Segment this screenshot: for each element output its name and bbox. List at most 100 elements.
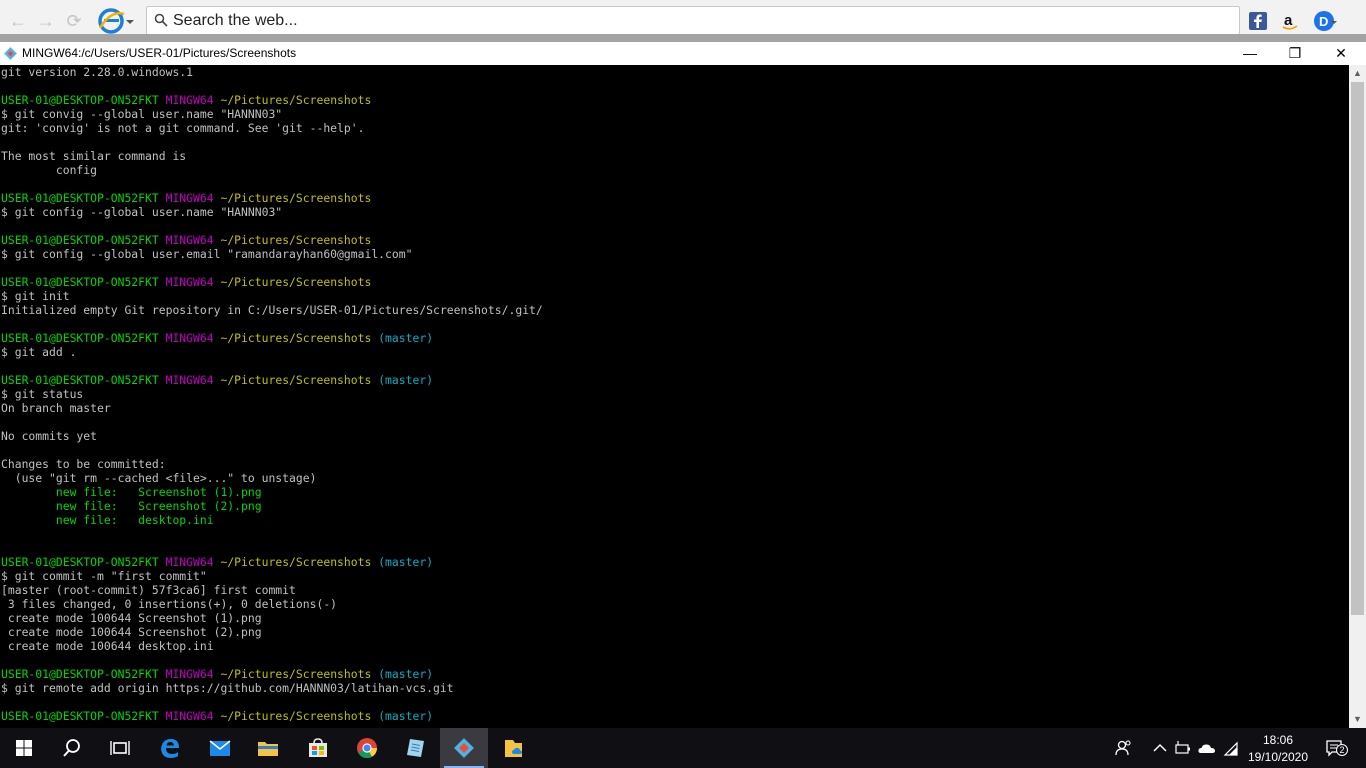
close-button[interactable]: ✕ (1318, 42, 1364, 65)
mail-taskbar-button[interactable] (196, 728, 244, 768)
search-icon (154, 13, 168, 27)
terminal-line: USER-01@DESKTOP-ON52FKT MINGW64 ~/Pictur… (1, 373, 543, 387)
terminal-line: USER-01@DESKTOP-ON52FKT MINGW64 ~/Pictur… (1, 331, 543, 345)
terminal-text-segment: $ git remote add origin https://github.c… (1, 681, 454, 695)
amazon-icon[interactable]: a (1280, 11, 1300, 31)
start-button[interactable] (0, 728, 48, 768)
terminal-text-segment: (use "git rm --cached <file>..." to unst… (1, 471, 317, 485)
terminal-output[interactable]: git version 2.28.0.windows.1 USER-01@DES… (0, 65, 1349, 728)
clock-date[interactable]: 19/10/2020 (1246, 750, 1310, 764)
terminal-text-segment: USER-01@DESKTOP-ON52FKT (1, 331, 166, 345)
chrome-taskbar-button[interactable] (343, 728, 391, 768)
scrollbar[interactable]: ▲ ▼ (1349, 65, 1366, 728)
refresh-button[interactable]: ⟳ (64, 11, 84, 31)
terminal-text-segment: config (1, 163, 98, 177)
terminal-titlebar[interactable]: MINGW64:/c/Users/USER-01/Pictures/Screen… (0, 42, 1366, 65)
terminal-text-segment: MINGW64 (165, 93, 221, 107)
terminal-line: $ git config --global user.email "ramand… (1, 247, 543, 261)
terminal-text-segment: MINGW64 (165, 373, 221, 387)
terminal-text-segment: On branch master (1, 401, 111, 415)
chrome-icon (357, 738, 378, 759)
terminal-line: new file: Screenshot (1).png (1, 485, 543, 499)
terminal-text-segment: Initialized empty Git repository in C:/U… (1, 303, 543, 317)
terminal-line: USER-01@DESKTOP-ON52FKT MINGW64 ~/Pictur… (1, 709, 543, 723)
terminal-line: Changes to be committed: (1, 457, 543, 471)
git-bash-taskbar-button[interactable] (440, 728, 488, 768)
terminal-text-segment: git: 'convig' is not a git command. See … (1, 121, 365, 135)
terminal-text-segment: ~/Pictures/Screenshots (220, 191, 372, 205)
maximize-button[interactable]: ❐ (1272, 42, 1318, 65)
scroll-down-arrow-icon[interactable]: ▼ (1349, 711, 1366, 728)
facebook-icon[interactable] (1248, 11, 1268, 31)
search-input[interactable] (173, 10, 1173, 32)
minimize-button[interactable]: — (1227, 42, 1273, 65)
terminal-text-segment: USER-01@DESKTOP-ON52FKT (1, 275, 166, 289)
terminal-line: Initialized empty Git repository in C:/U… (1, 303, 543, 317)
terminal-text-segment: $ git status (1, 387, 84, 401)
people-icon[interactable] (1114, 738, 1134, 758)
search-box[interactable] (146, 6, 1240, 35)
task-view-button[interactable] (96, 728, 144, 768)
d-extension-icon[interactable]: D (1313, 11, 1337, 31)
battery-icon[interactable] (1173, 738, 1193, 758)
terminal-line: create mode 100644 desktop.ini (1, 639, 543, 653)
terminal-text-segment: create mode 100644 Screenshot (1).png (1, 611, 262, 625)
chevron-up-icon[interactable] (1150, 738, 1170, 758)
store-taskbar-button[interactable] (294, 728, 342, 768)
windows-start-icon (16, 740, 32, 756)
terminal-line: $ git convig --global user.name "HANNN03… (1, 107, 543, 121)
terminal-line: $ git status (1, 387, 543, 401)
onedrive-cloud-icon[interactable] (1197, 738, 1217, 758)
terminal-line: git: 'convig' is not a git command. See … (1, 121, 543, 135)
terminal-text-segment: (master) (378, 667, 434, 681)
forward-button[interactable]: → (36, 11, 56, 31)
onedrive-folder-taskbar-button[interactable] (490, 728, 538, 768)
terminal-text-segment: MINGW64 (165, 709, 221, 723)
notepad-taskbar-button[interactable] (392, 728, 440, 768)
back-button[interactable]: ← (8, 11, 28, 31)
terminal-line: USER-01@DESKTOP-ON52FKT MINGW64 ~/Pictur… (1, 191, 543, 205)
terminal-text-segment: new file: Screenshot (2).png (1, 499, 262, 513)
terminal-text-segment: ~/Pictures/Screenshots (220, 667, 379, 681)
terminal-text-segment: 3 files changed, 0 insertions(+), 0 dele… (1, 597, 338, 611)
notification-center-icon[interactable]: 2 (1324, 738, 1348, 758)
terminal-text-segment: USER-01@DESKTOP-ON52FKT (1, 93, 166, 107)
scroll-thumb[interactable] (1351, 82, 1364, 615)
terminal-text-segment: The most similar command is (1, 149, 187, 163)
taskbar-search-button[interactable] (48, 728, 96, 768)
terminal-text-segment: git version 2.28.0.windows.1 (1, 65, 194, 79)
terminal-text-segment: (master) (378, 331, 434, 345)
mail-icon (209, 740, 231, 756)
terminal-line: $ git commit -m "first commit" (1, 569, 543, 583)
edge-taskbar-button[interactable] (146, 728, 194, 768)
terminal-text-segment: $ git init (1, 289, 70, 303)
file-explorer-icon (258, 742, 278, 756)
terminal-text-segment: USER-01@DESKTOP-ON52FKT (1, 667, 166, 681)
file-explorer-taskbar-button[interactable] (244, 728, 292, 768)
terminal-text-segment: MINGW64 (165, 667, 221, 681)
terminal-line: config (1, 163, 543, 177)
notification-count-badge: 2 (1336, 744, 1348, 756)
ie-logo-icon[interactable] (98, 8, 134, 34)
git-bash-icon (454, 738, 474, 758)
clock-time[interactable]: 18:06 (1250, 733, 1306, 747)
wifi-icon[interactable] (1221, 738, 1241, 758)
terminal-line: git version 2.28.0.windows.1 (1, 65, 543, 79)
terminal-line: The most similar command is (1, 149, 543, 163)
scroll-up-arrow-icon[interactable]: ▲ (1349, 65, 1366, 82)
terminal-line: create mode 100644 Screenshot (1).png (1, 611, 543, 625)
terminal-text-segment: $ git commit -m "first commit" (1, 569, 207, 583)
terminal-line: USER-01@DESKTOP-ON52FKT MINGW64 ~/Pictur… (1, 275, 543, 289)
terminal-line: No commits yet (1, 429, 543, 443)
terminal-text-segment: ~/Pictures/Screenshots (220, 275, 372, 289)
terminal-text-segment: MINGW64 (165, 191, 221, 205)
terminal-text-segment: (master) (378, 555, 434, 569)
browser-toolbar: ← → ⟳ a D (0, 0, 1366, 43)
terminal-text-segment: ~/Pictures/Screenshots (220, 93, 372, 107)
terminal-text-segment: ~/Pictures/Screenshots (220, 373, 379, 387)
